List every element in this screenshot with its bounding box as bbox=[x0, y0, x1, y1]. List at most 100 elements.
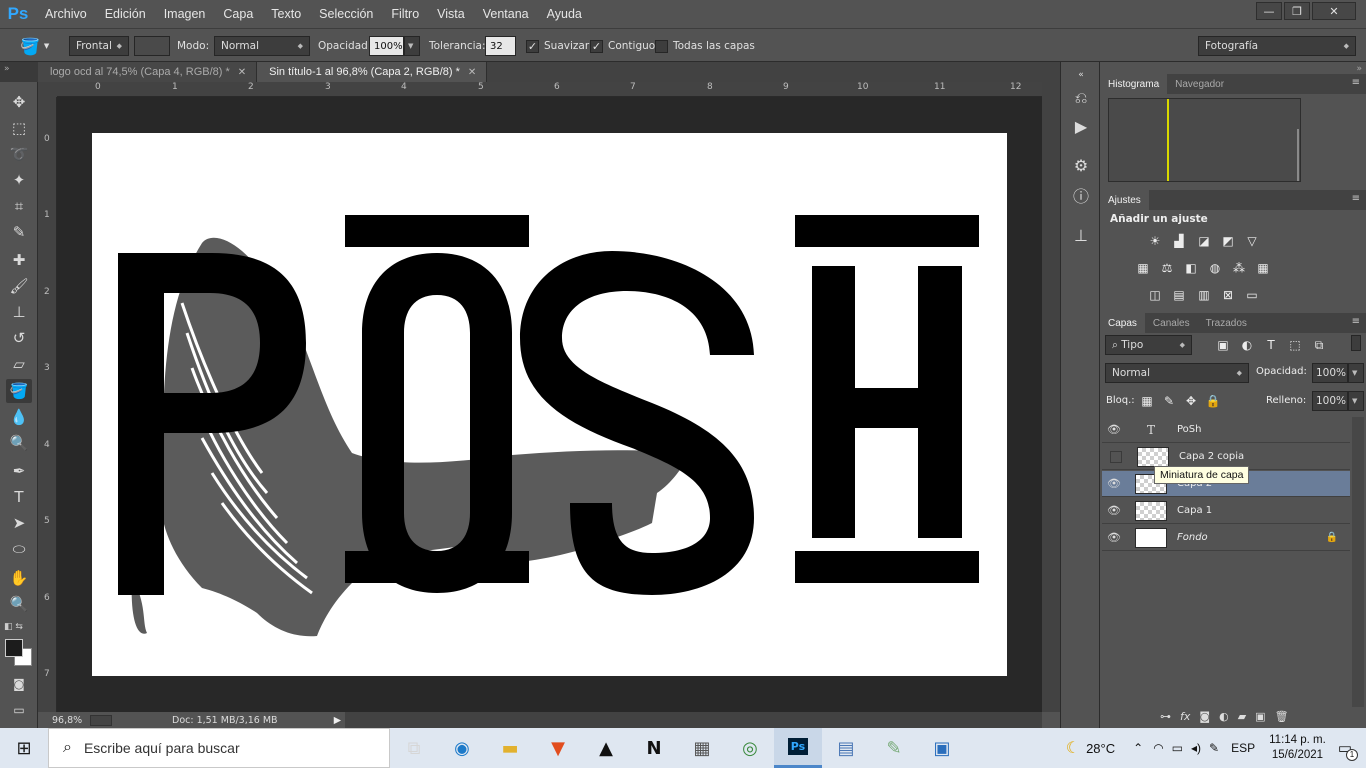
new-group-icon[interactable]: ▰ bbox=[1238, 710, 1246, 723]
layer-fondo[interactable]: 👁 Fondo 🔒 bbox=[1102, 525, 1350, 551]
lasso-tool-icon[interactable]: ➰ bbox=[6, 142, 32, 166]
visibility-eye-icon[interactable]: 👁 bbox=[1102, 423, 1126, 436]
tray-expand-icon[interactable]: ⌃ bbox=[1133, 741, 1143, 755]
blur-tool-icon[interactable]: 💧 bbox=[6, 405, 32, 429]
layer-thumbnail[interactable] bbox=[1137, 446, 1169, 467]
actions-panel-icon[interactable]: ▶ bbox=[1070, 115, 1092, 137]
menu-filtro[interactable]: Filtro bbox=[382, 0, 428, 28]
tab-sin-titulo-1[interactable]: Sin título-1 al 96,8% (Capa 2, RGB/8) * ✕ bbox=[257, 62, 488, 82]
channel-mixer-icon[interactable]: ⁂ bbox=[1230, 260, 1248, 276]
all-layers-checkbox[interactable] bbox=[655, 39, 668, 53]
filter-shape-icon[interactable]: ⬚ bbox=[1286, 337, 1304, 353]
paint-bucket-tool-icon[interactable]: 🪣 bbox=[6, 379, 32, 403]
language-indicator[interactable]: ESP bbox=[1231, 741, 1255, 755]
photo-filter-icon[interactable]: ◍ bbox=[1206, 260, 1224, 276]
app-doc-icon[interactable]: ▤ bbox=[822, 728, 870, 768]
fill-dropdown[interactable]: ▼ bbox=[1348, 391, 1364, 411]
color-lookup-icon[interactable]: ▦ bbox=[1254, 260, 1272, 276]
app-window-icon[interactable]: ▣ bbox=[918, 728, 966, 768]
chrome-icon[interactable]: ◎ bbox=[726, 728, 774, 768]
horizontal-ruler[interactable]: 0 1 2 3 4 5 6 7 8 9 10 11 12 bbox=[57, 82, 1042, 97]
photoshop-taskbar-icon[interactable]: Ps bbox=[774, 728, 822, 768]
brush-tool-icon[interactable]: 🖌 bbox=[6, 274, 32, 298]
lock-transparent-icon[interactable]: ▦ bbox=[1138, 393, 1156, 409]
layers-scrollbar[interactable] bbox=[1352, 417, 1364, 707]
weather-temp[interactable]: 28°C bbox=[1086, 741, 1115, 756]
lock-pixels-icon[interactable]: ✎ bbox=[1160, 393, 1178, 409]
lock-all-icon[interactable]: 🔒 bbox=[1204, 393, 1222, 409]
black-white-icon[interactable]: ◧ bbox=[1182, 260, 1200, 276]
document-canvas[interactable] bbox=[92, 133, 1007, 676]
gradient-map-icon[interactable]: ▭ bbox=[1243, 287, 1261, 303]
smooth-checkbox[interactable]: ✓ bbox=[526, 39, 539, 53]
toolbox-collapse-handle[interactable]: » bbox=[0, 62, 38, 82]
fill-input[interactable]: 100% bbox=[1312, 391, 1348, 411]
brightness-icon[interactable]: ☀ bbox=[1146, 233, 1164, 249]
menu-edicion[interactable]: Edición bbox=[96, 0, 155, 28]
horizontal-scrollbar[interactable] bbox=[345, 712, 1042, 728]
tool-presets-icon[interactable]: ⚙ bbox=[1070, 154, 1092, 176]
pen-tool-icon[interactable]: ✒ bbox=[6, 459, 32, 483]
tab-layers[interactable]: Capas bbox=[1100, 313, 1145, 333]
vibrance-icon[interactable]: ▽ bbox=[1243, 233, 1261, 249]
pattern-picker[interactable] bbox=[134, 36, 170, 56]
filter-type-icon[interactable]: T bbox=[1262, 337, 1280, 353]
healing-brush-tool-icon[interactable]: ✚ bbox=[6, 248, 32, 272]
eyedropper-tool-icon[interactable]: ✎ bbox=[6, 220, 32, 244]
collapse-icon[interactable]: « bbox=[1070, 64, 1092, 86]
marquee-tool-icon[interactable]: ⬚ bbox=[6, 116, 32, 140]
type-tool-icon[interactable]: T bbox=[6, 485, 32, 509]
tolerance-input[interactable]: 32 bbox=[485, 36, 516, 56]
clone-source-icon[interactable]: ⊥ bbox=[1070, 224, 1092, 246]
blend-mode-select[interactable]: Normal ◆ bbox=[1105, 363, 1249, 383]
new-layer-icon[interactable]: ▣ bbox=[1255, 710, 1265, 723]
history-panel-icon[interactable]: ⎌ bbox=[1070, 87, 1092, 109]
fx-icon[interactable]: fx bbox=[1180, 710, 1190, 723]
menu-vista[interactable]: Vista bbox=[428, 0, 474, 28]
visibility-eye-icon[interactable]: 👁 bbox=[1102, 531, 1126, 544]
taskbar-search[interactable]: ⌕ Escribe aquí para buscar bbox=[48, 728, 390, 768]
delete-layer-icon[interactable]: 🗑 bbox=[1275, 710, 1289, 723]
curves-icon[interactable]: ◪ bbox=[1195, 233, 1213, 249]
calculator-icon[interactable]: ▦ bbox=[678, 728, 726, 768]
layer-posh[interactable]: 👁 T PoSh bbox=[1102, 417, 1350, 443]
menu-capa[interactable]: Capa bbox=[214, 0, 262, 28]
close-button[interactable]: ✕ bbox=[1312, 2, 1356, 20]
close-tab-icon[interactable]: ✕ bbox=[238, 67, 246, 78]
menu-texto[interactable]: Texto bbox=[262, 0, 310, 28]
layer-thumbnail[interactable] bbox=[1135, 527, 1167, 548]
file-explorer-icon[interactable]: ▬ bbox=[486, 728, 534, 768]
contiguous-checkbox[interactable]: ✓ bbox=[590, 39, 603, 53]
edge-icon[interactable]: ◉ bbox=[438, 728, 486, 768]
screen-mode-icon[interactable]: ▭ bbox=[6, 698, 32, 722]
tab-channels[interactable]: Canales bbox=[1145, 313, 1198, 333]
crop-tool-icon[interactable]: ⌗ bbox=[6, 194, 32, 218]
zoom-tool-icon[interactable]: 🔍 bbox=[6, 592, 32, 616]
windows-start-icon[interactable]: ⊞ bbox=[0, 728, 48, 768]
status-preview-icon[interactable] bbox=[90, 714, 112, 726]
app-n-icon[interactable]: N bbox=[630, 728, 678, 768]
layer-capa-1[interactable]: 👁 Capa 1 bbox=[1102, 498, 1350, 524]
path-selection-tool-icon[interactable]: ➤ bbox=[6, 511, 32, 535]
close-tab-icon[interactable]: ✕ bbox=[468, 67, 476, 78]
link-layers-icon[interactable]: ⊶ bbox=[1160, 710, 1171, 723]
vertical-scrollbar[interactable] bbox=[1042, 82, 1060, 712]
status-menu-arrow-icon[interactable]: ▶ bbox=[334, 715, 341, 726]
filter-adjustment-icon[interactable]: ◐ bbox=[1238, 337, 1256, 353]
selective-color-icon[interactable]: ⊠ bbox=[1219, 287, 1237, 303]
clock[interactable]: 11:14 p. m. 15/6/2021 bbox=[1269, 733, 1326, 763]
network-icon[interactable]: ▭ bbox=[1172, 741, 1183, 755]
visibility-eye-icon[interactable]: 👁 bbox=[1102, 504, 1126, 517]
ellipse-tool-icon[interactable]: ⬭ bbox=[6, 537, 32, 561]
foreground-color-swatch[interactable] bbox=[5, 639, 23, 657]
paint-icon[interactable]: ✎ bbox=[870, 728, 918, 768]
panel-menu-icon[interactable]: ≡ bbox=[1352, 193, 1360, 204]
default-colors-icon[interactable]: ◧ ⇆ bbox=[4, 622, 23, 632]
layer-opacity-dropdown[interactable]: ▼ bbox=[1348, 363, 1364, 383]
pen-icon[interactable]: ✎ bbox=[1209, 741, 1219, 755]
restore-button[interactable]: ❐ bbox=[1284, 2, 1310, 20]
filter-toggle[interactable] bbox=[1351, 335, 1361, 351]
clone-stamp-tool-icon[interactable]: ⊥ bbox=[6, 300, 32, 324]
panels-collapse-icon[interactable]: » bbox=[1356, 64, 1362, 74]
minimize-button[interactable]: — bbox=[1256, 2, 1282, 20]
